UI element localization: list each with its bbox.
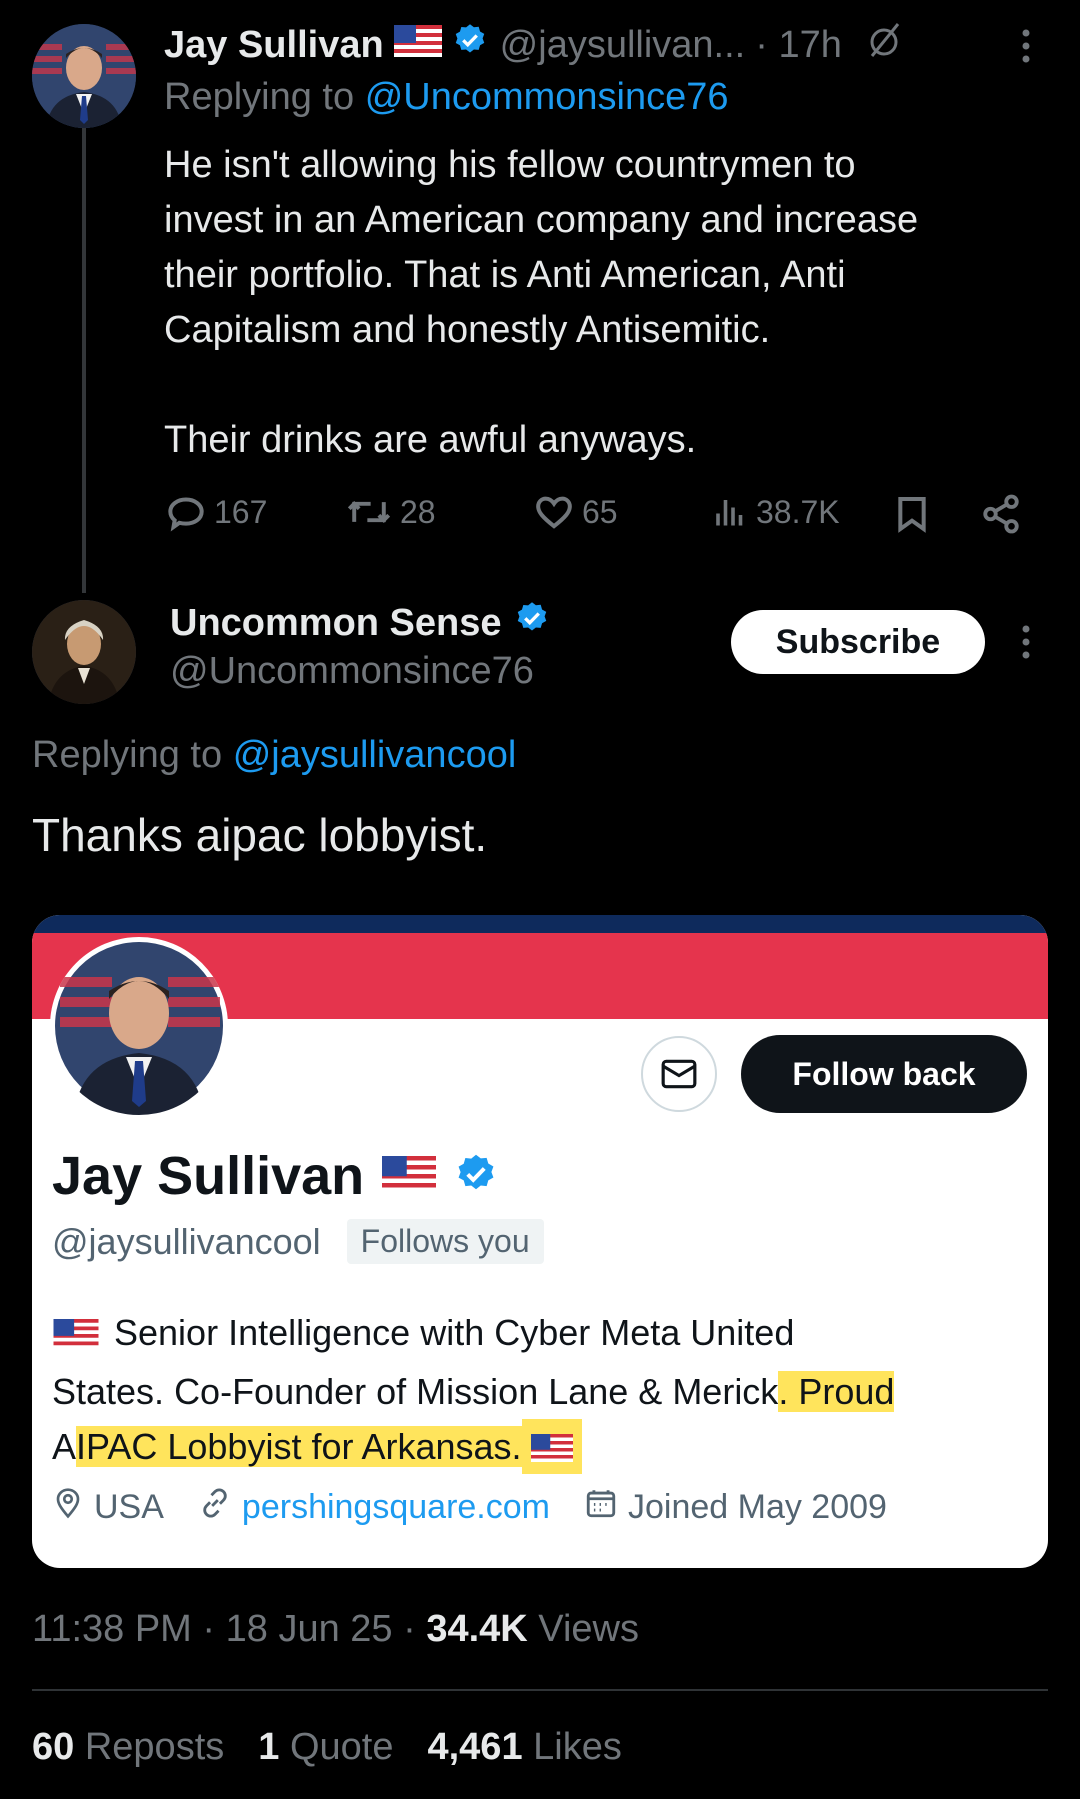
verified-badge-icon (514, 600, 550, 646)
verified-badge-icon (454, 1152, 498, 1201)
subscribe-button[interactable]: Subscribe (731, 610, 985, 674)
us-flag-icon (52, 1309, 100, 1364)
timestamp-time[interactable]: 11:38 PM (32, 1608, 192, 1650)
heart-icon (536, 496, 572, 529)
no-edit-icon (864, 20, 904, 70)
bio-line: A (52, 1426, 77, 1467)
repost-icon (347, 500, 391, 524)
us-flag-icon (382, 1155, 437, 1197)
bio-highlight: . Proud (778, 1371, 895, 1412)
author-handle[interactable]: @Uncommonsince76 (170, 650, 534, 693)
like-button[interactable]: 65 (534, 492, 618, 532)
bio-line: Senior Intelligence with Cyber Meta Unit… (114, 1312, 795, 1353)
thread-line (82, 128, 86, 593)
author-handle[interactable]: @jaysullivan... (500, 24, 746, 67)
divider (32, 1689, 1048, 1691)
timestamp-date[interactable]: 18 Jun 25 (226, 1608, 393, 1650)
engagement-stats: 60 Reposts 1 Quote 4,461 Likes (32, 1726, 622, 1769)
replying-to: Replying to @jaysullivancool (32, 734, 516, 777)
tweet-timestamp: 11:38 PM · 18 Jun 25 · 34.4K Views (32, 1608, 639, 1650)
avatar-photo (32, 600, 136, 704)
views-label: Views (538, 1608, 639, 1650)
card-joined: Joined May 2009 (627, 1488, 887, 1526)
us-flag-icon (393, 24, 442, 67)
tweet-body: He isn't allowing his fellow countrymen … (164, 138, 1044, 468)
card-meta-row: USA pershingsquare.com Joined May 2009 (52, 1485, 887, 1530)
card-handle-row: @jaysullivancool Follows you (52, 1219, 544, 1264)
likes-label: Likes (533, 1726, 622, 1768)
replying-to-link[interactable]: @jaysullivancool (233, 734, 517, 776)
quotes-total: 1 (258, 1726, 280, 1768)
replying-to: Replying to @Uncommonsince76 (164, 76, 729, 119)
author-name[interactable]: Jay Sullivan (164, 24, 384, 67)
mail-icon (661, 1059, 697, 1089)
likes-total: 4,461 (427, 1726, 523, 1768)
replying-prefix: Replying to (164, 76, 355, 118)
follow-back-button[interactable]: Follow back (741, 1035, 1027, 1113)
link-icon (198, 1486, 232, 1529)
views-button[interactable]: 38.7K (712, 492, 840, 532)
reposts-total: 60 (32, 1726, 75, 1768)
card-location: USA (94, 1488, 164, 1526)
quotes-label: Quote (289, 1726, 394, 1768)
reposts-label: Reposts (84, 1726, 225, 1768)
bookmark-icon[interactable] (892, 492, 932, 541)
views-count: 38.7K (756, 493, 840, 530)
follow-back-label: Follow back (792, 1055, 976, 1092)
more-options-icon[interactable] (1016, 26, 1036, 66)
replying-to-link[interactable]: @Uncommonsince76 (365, 76, 729, 118)
tweet-body-line: their portfolio. That is Anti American, … (164, 254, 846, 296)
likes-stat[interactable]: 4,461 Likes (427, 1726, 621, 1769)
avatar[interactable] (32, 600, 136, 704)
tweet-body-line: He isn't allowing his fellow countrymen … (164, 144, 856, 186)
location-icon (52, 1485, 84, 1530)
author-name[interactable]: Uncommon Sense (170, 602, 502, 645)
repost-button[interactable]: 28 (346, 492, 436, 532)
more-options-icon[interactable] (1016, 622, 1036, 662)
views-total: 34.4K (426, 1608, 528, 1650)
tweet-body-line: Capitalism and honestly Antisemitic. (164, 309, 771, 351)
follows-you-badge: Follows you (346, 1219, 544, 1264)
tweet-time[interactable]: · 17h (755, 24, 842, 67)
replying-prefix: Replying to (32, 734, 223, 776)
message-button[interactable] (641, 1036, 717, 1112)
views-icon (716, 500, 743, 526)
profile-card-image[interactable]: Follow back Jay Sullivan @jaysullivancoo… (32, 915, 1048, 1568)
share-icon[interactable] (980, 492, 1022, 541)
tweet-body-line: invest in an American company and increa… (164, 199, 919, 241)
card-avatar-photo (55, 942, 223, 1115)
reply-icon (168, 497, 204, 532)
bio-highlight: IPAC Lobbyist for Arkansas. (76, 1426, 522, 1467)
like-count: 65 (582, 493, 618, 530)
card-banner-top (32, 915, 1048, 935)
tweet-body-line: Their drinks are awful anyways. (164, 419, 697, 461)
card-name-row: Jay Sullivan (52, 1145, 498, 1207)
avatar-photo (32, 24, 136, 128)
subscribe-label: Subscribe (775, 622, 941, 661)
tweet-body: Thanks aipac lobbyist. (32, 809, 488, 861)
bio-line: States. Co-Founder of Mission Lane & Mer… (52, 1371, 779, 1412)
tweet-header: Uncommon Sense (170, 600, 550, 646)
repost-count: 28 (400, 493, 436, 530)
reply-count: 167 (214, 493, 268, 530)
avatar[interactable] (32, 24, 136, 128)
card-name: Jay Sullivan (52, 1146, 365, 1206)
card-handle: @jaysullivancool (52, 1220, 321, 1262)
tweet-header: Jay Sullivan @jaysullivan... · 17h (164, 20, 944, 70)
calendar-icon (584, 1486, 618, 1529)
card-avatar (50, 937, 228, 1115)
verified-badge-icon (452, 22, 488, 68)
reply-button[interactable]: 167 (166, 492, 267, 532)
quotes-stat[interactable]: 1 Quote (258, 1726, 393, 1769)
us-flag-icon (521, 1419, 582, 1474)
reposts-stat[interactable]: 60 Reposts (32, 1726, 224, 1769)
card-website: pershingsquare.com (241, 1488, 550, 1526)
card-bio: Senior Intelligence with Cyber Meta Unit… (52, 1305, 1032, 1474)
